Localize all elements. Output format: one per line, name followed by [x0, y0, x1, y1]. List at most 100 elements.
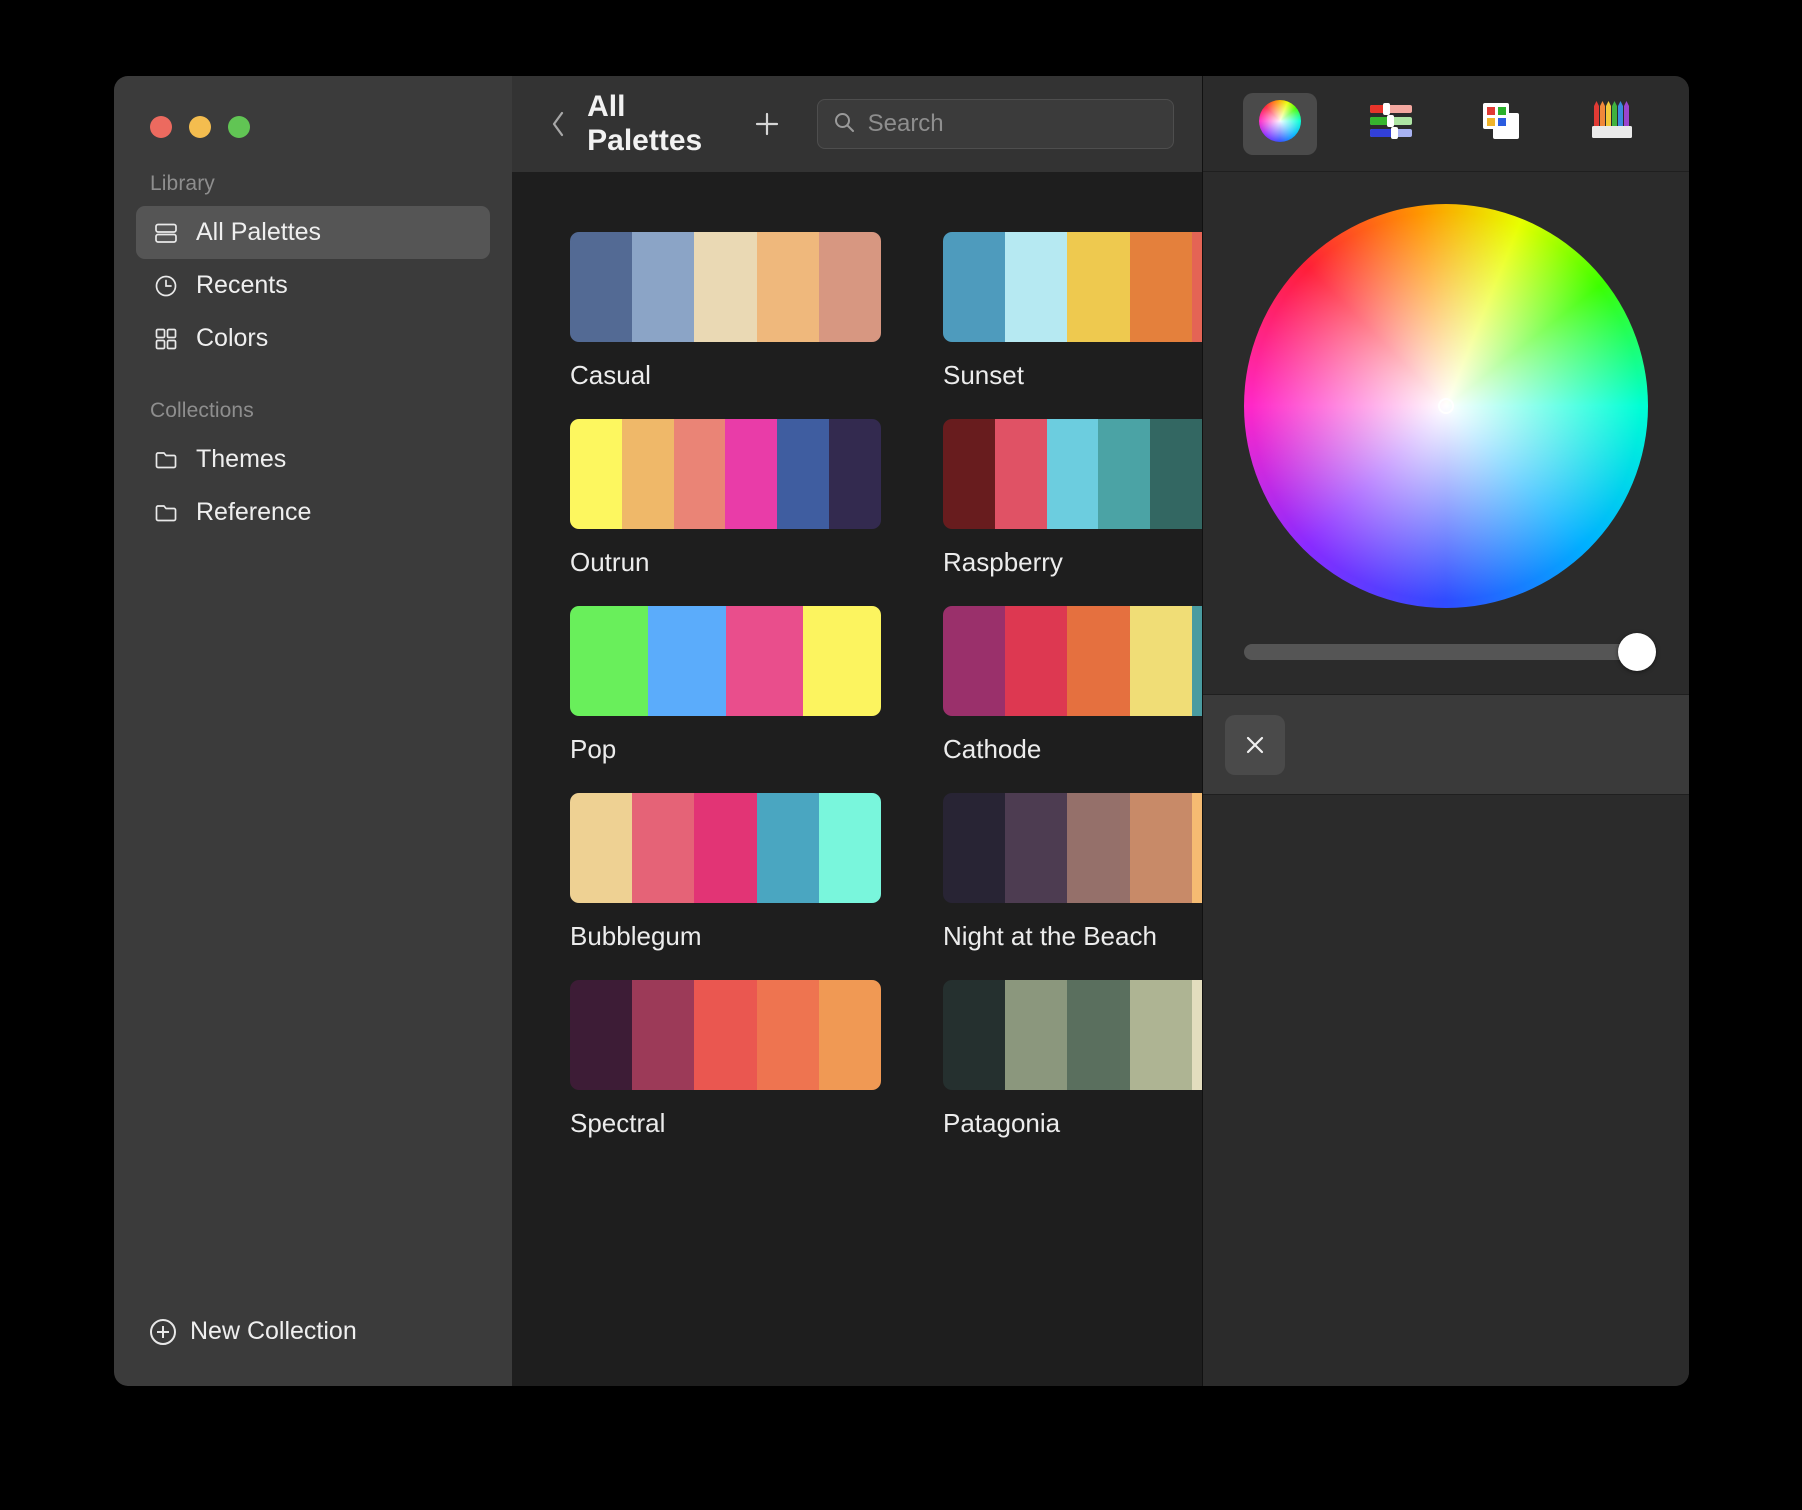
swatch-color[interactable]: [943, 793, 1006, 903]
sidebar-item-colors[interactable]: Colors: [136, 312, 490, 365]
swatch-color[interactable]: [621, 419, 674, 529]
palette-cell[interactable]: Cathode: [943, 606, 1202, 765]
swatch-color[interactable]: [1005, 232, 1068, 342]
color-wheel-control[interactable]: [1244, 204, 1648, 608]
swatch-color[interactable]: [994, 419, 1047, 529]
rgb-sliders-tab[interactable]: [1354, 93, 1428, 155]
swatch-color[interactable]: [1150, 419, 1202, 529]
palette-list-area[interactable]: Casual Sunset Outrun Raspberry Pop Cathode Bub…: [512, 172, 1202, 1386]
swatch-color[interactable]: [725, 419, 778, 529]
swatch-color[interactable]: [694, 793, 757, 903]
swatch-color[interactable]: [1129, 980, 1192, 1090]
zoom-window-button[interactable]: [228, 116, 250, 138]
swatch-color[interactable]: [756, 232, 819, 342]
sidebar-item-all-palettes[interactable]: All Palettes: [136, 206, 490, 259]
palette-swatch[interactable]: [943, 980, 1202, 1090]
chevron-left-icon[interactable]: [546, 111, 569, 137]
swatch-color[interactable]: [570, 793, 633, 903]
color-wheel-marker[interactable]: [1438, 398, 1454, 414]
swatch-color[interactable]: [1067, 793, 1130, 903]
sidebar-item-themes[interactable]: Themes: [136, 433, 490, 486]
palette-swatch[interactable]: [570, 232, 881, 342]
swatch-color[interactable]: [647, 606, 726, 716]
palette-cell[interactable]: Bubblegum: [570, 793, 881, 952]
palette-swatch[interactable]: [943, 419, 1202, 529]
swatch-color[interactable]: [570, 419, 622, 529]
swatch-color[interactable]: [943, 606, 1006, 716]
palette-cell[interactable]: Sunset: [943, 232, 1202, 391]
swatch-color[interactable]: [1129, 232, 1192, 342]
swatch-color[interactable]: [1067, 606, 1130, 716]
close-swatch-button[interactable]: [1225, 714, 1285, 775]
swatch-color[interactable]: [673, 419, 726, 529]
palette-swatch[interactable]: [943, 606, 1202, 716]
swatch-color[interactable]: [1129, 793, 1192, 903]
swatch-color[interactable]: [1005, 980, 1068, 1090]
swatch-color[interactable]: [818, 232, 881, 342]
swatch-color[interactable]: [694, 980, 757, 1090]
swatch-color[interactable]: [818, 793, 881, 903]
swatch-color[interactable]: [943, 419, 995, 529]
new-collection-button[interactable]: New Collection: [150, 1317, 357, 1346]
swatch-color[interactable]: [632, 980, 695, 1090]
swatch-color[interactable]: [1046, 419, 1099, 529]
color-palette-tab[interactable]: [1464, 93, 1538, 155]
swatch-color[interactable]: [1067, 232, 1130, 342]
brightness-slider-knob[interactable]: [1618, 633, 1656, 671]
sidebar-item-recents[interactable]: Recents: [136, 259, 490, 312]
swatch-color[interactable]: [943, 980, 1006, 1090]
swatch-color[interactable]: [829, 419, 881, 529]
swatch-color[interactable]: [1191, 980, 1202, 1090]
palette-swatch[interactable]: [570, 980, 881, 1090]
sidebar-item-reference[interactable]: Reference: [136, 486, 490, 539]
add-palette-button[interactable]: [749, 104, 785, 144]
swatch-color[interactable]: [632, 232, 695, 342]
palette-swatch[interactable]: [570, 419, 881, 529]
palette-swatch[interactable]: [570, 793, 881, 903]
palette-name: Sunset: [943, 360, 1024, 390]
palette-cell[interactable]: Spectral: [570, 980, 881, 1139]
swatch-color[interactable]: [1129, 606, 1192, 716]
swatch-color[interactable]: [1191, 793, 1202, 903]
swatch-color[interactable]: [1005, 793, 1068, 903]
swatch-color[interactable]: [570, 980, 633, 1090]
swatch-color[interactable]: [1191, 606, 1202, 716]
sidebar-item-label: Themes: [196, 445, 287, 473]
swatch-color[interactable]: [570, 232, 633, 342]
swatch-color[interactable]: [777, 419, 830, 529]
swatch-color[interactable]: [1098, 419, 1151, 529]
color-wheel-tab[interactable]: [1243, 92, 1318, 155]
library-section-label: Library: [150, 172, 215, 195]
swatch-color[interactable]: [1067, 980, 1130, 1090]
swatch-color[interactable]: [570, 606, 648, 716]
palette-cell[interactable]: Outrun: [570, 419, 881, 578]
minimize-window-button[interactable]: [189, 116, 211, 138]
palette-swatch[interactable]: [943, 232, 1202, 342]
palette-grid: Casual Sunset Outrun Raspberry Pop Cathode Bub…: [570, 232, 1202, 1167]
search-field[interactable]: [816, 99, 1174, 149]
palette-cell[interactable]: Raspberry: [943, 419, 1202, 578]
palette-swatch[interactable]: [943, 793, 1202, 903]
search-input[interactable]: [867, 110, 1159, 138]
palette-name: Night at the Beach: [943, 921, 1157, 951]
swatch-color[interactable]: [756, 793, 819, 903]
crayons-tab[interactable]: [1575, 93, 1649, 155]
palette-cell[interactable]: Pop: [570, 606, 881, 765]
palette-cell[interactable]: Casual: [570, 232, 881, 391]
swatch-color[interactable]: [756, 980, 819, 1090]
palette-cell[interactable]: Night at the Beach: [943, 793, 1202, 952]
saved-swatches-strip[interactable]: [1203, 695, 1689, 795]
swatch-color[interactable]: [694, 232, 757, 342]
palette-name: Cathode: [943, 734, 1042, 764]
palette-swatch[interactable]: [570, 606, 881, 716]
swatch-color[interactable]: [725, 606, 804, 716]
swatch-color[interactable]: [803, 606, 881, 716]
swatch-color[interactable]: [943, 232, 1006, 342]
swatch-color[interactable]: [1191, 232, 1202, 342]
swatch-color[interactable]: [1005, 606, 1068, 716]
brightness-slider[interactable]: [1244, 633, 1656, 671]
close-window-button[interactable]: [150, 116, 172, 138]
swatch-color[interactable]: [632, 793, 695, 903]
palette-cell[interactable]: Patagonia: [943, 980, 1202, 1139]
swatch-color[interactable]: [818, 980, 881, 1090]
